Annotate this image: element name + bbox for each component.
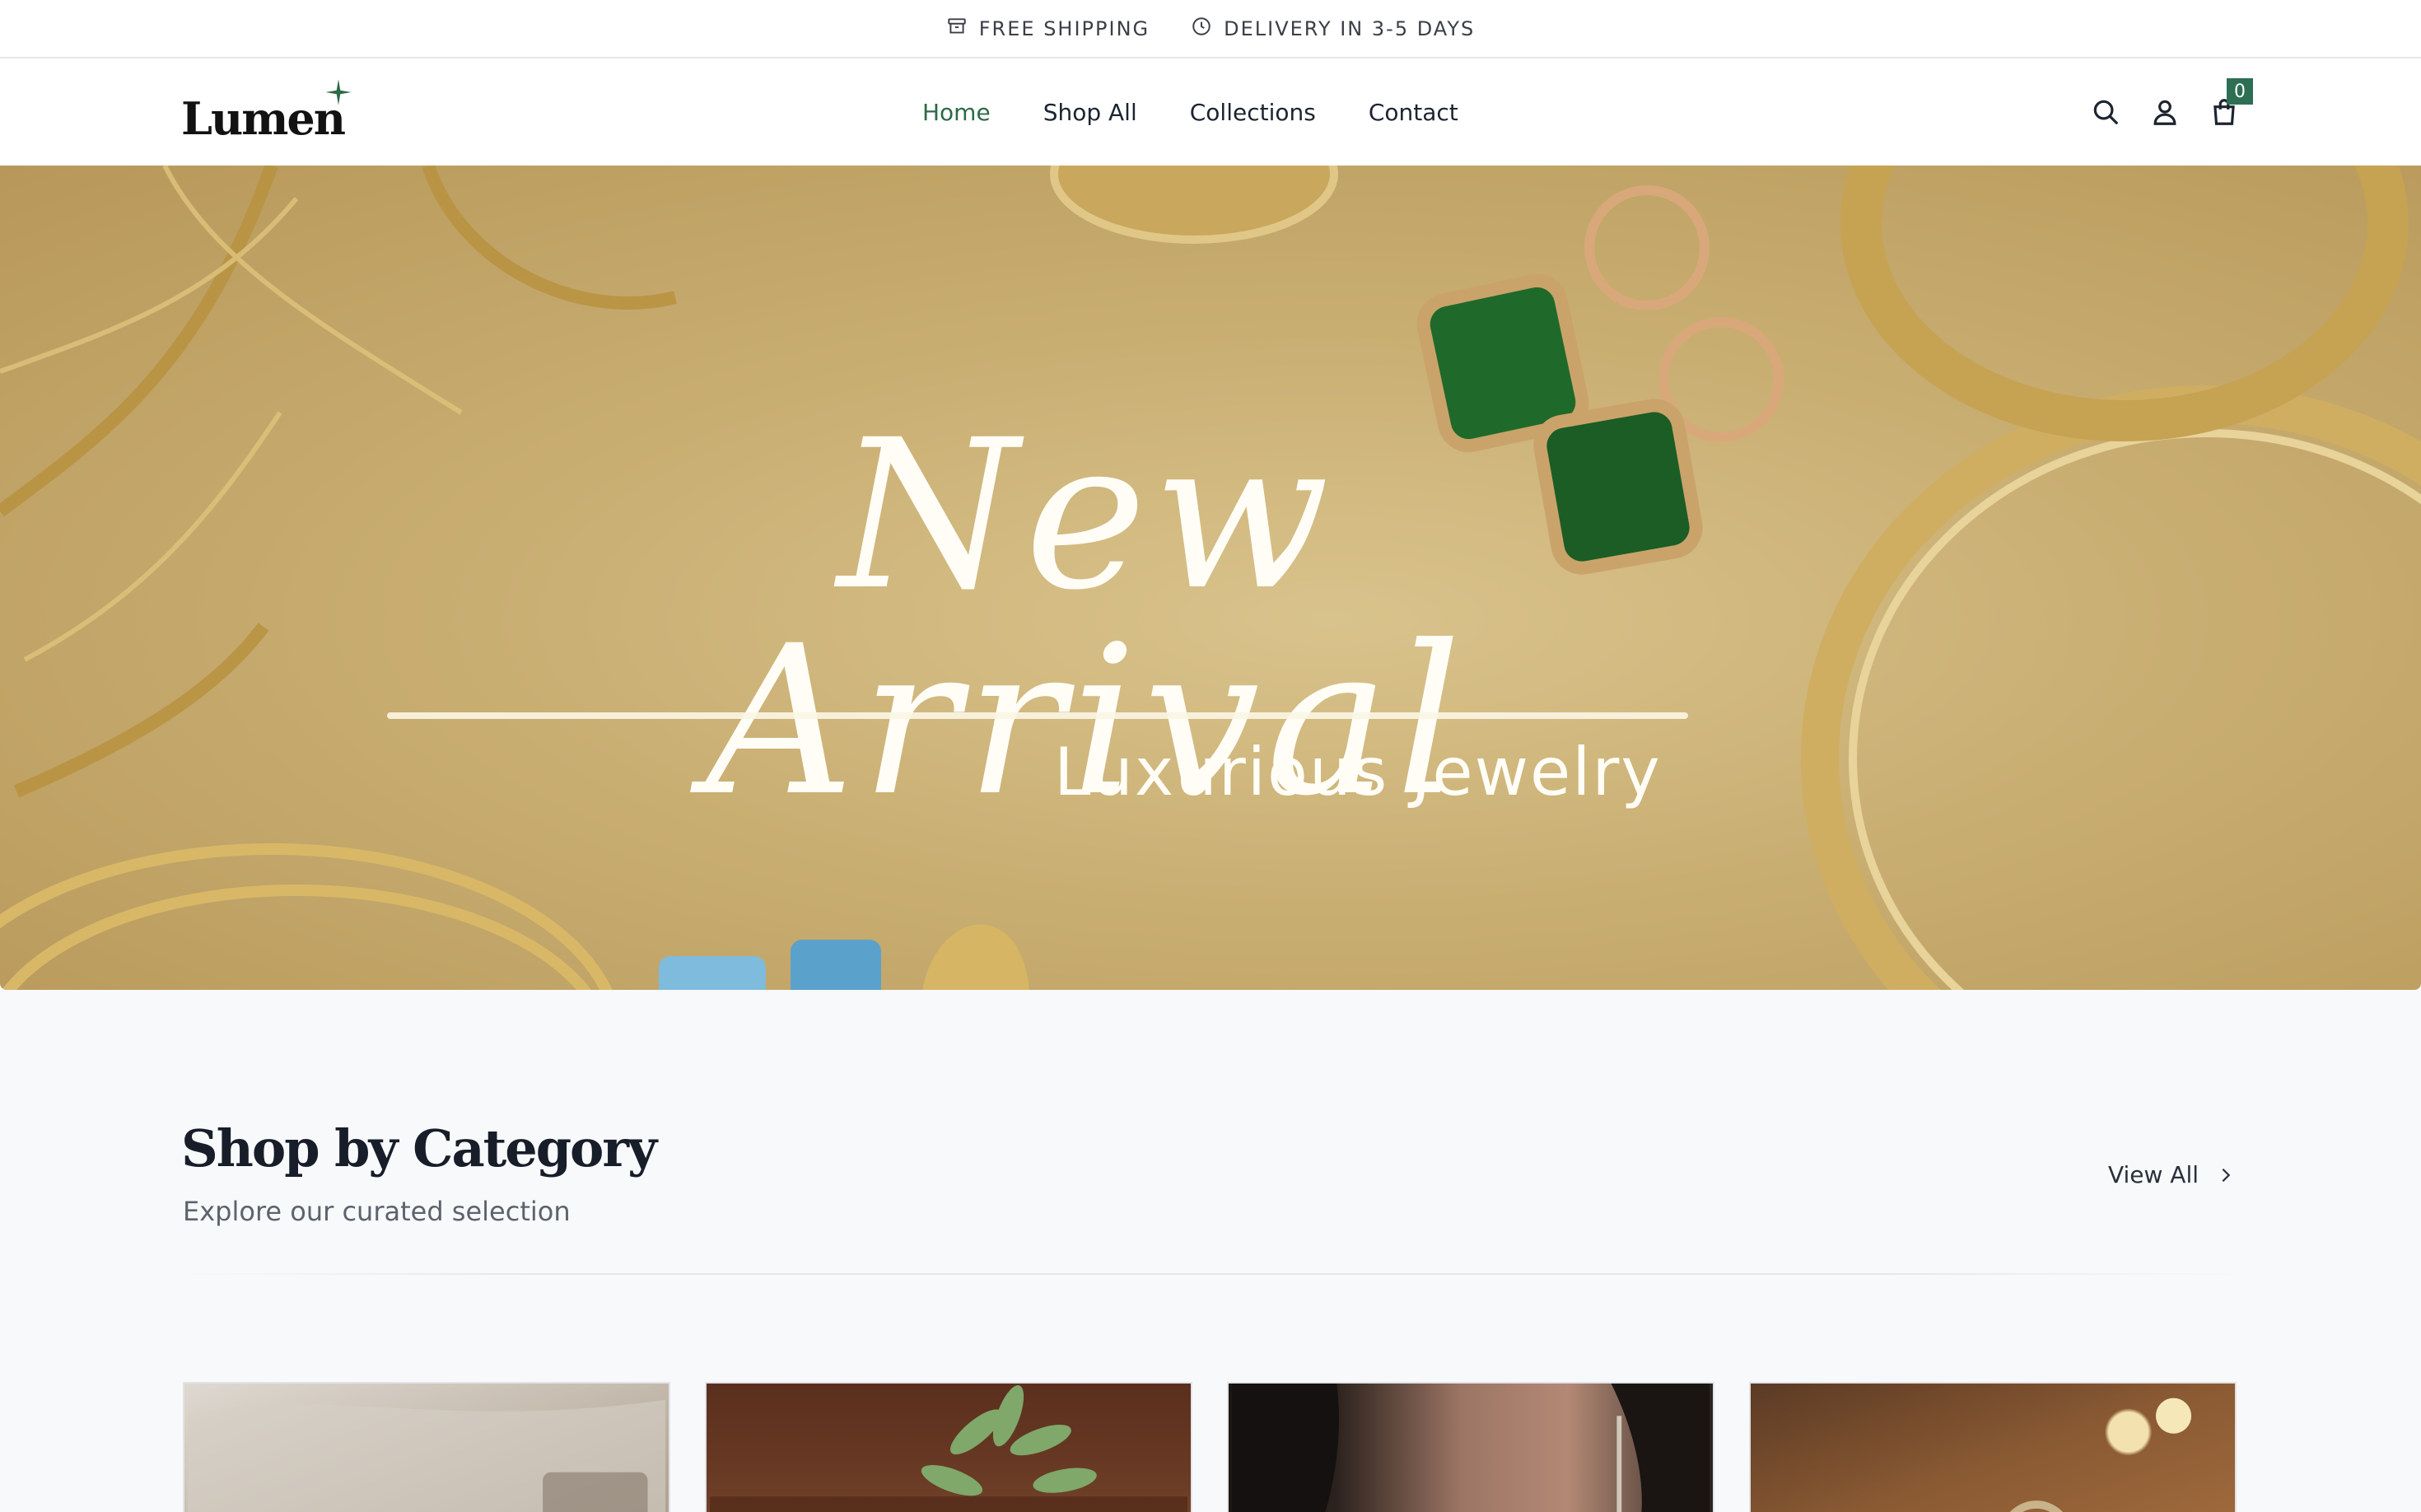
announcement-label: FREE SHIPPING [978, 16, 1150, 40]
site-header: Lumen Home Shop All Collections Contact … [0, 58, 2421, 166]
cart-count-badge: 0 [2227, 78, 2253, 105]
search-button[interactable] [2090, 96, 2121, 128]
chevron-right-icon [2222, 1168, 2231, 1182]
section-subtitle: Explore our curated selection [183, 1196, 571, 1227]
category-card[interactable] [1749, 1382, 2237, 1512]
hero-underline [387, 712, 1688, 719]
nav-item-home[interactable]: Home [922, 99, 991, 126]
view-all-link[interactable]: View All [2108, 1161, 2235, 1188]
box-icon [946, 16, 968, 42]
view-all-label: View All [2107, 1161, 2199, 1188]
category-image [187, 1399, 666, 1512]
main-nav: Home Shop All Collections Contact [922, 58, 1458, 166]
hero-subtitle: Luxurious Jewelry [1054, 734, 1662, 810]
announcement-label: DELIVERY IN 3-5 DAYS [1224, 16, 1476, 40]
search-icon [2093, 100, 2119, 125]
user-icon [2153, 100, 2176, 125]
cart-button[interactable]: 0 [2209, 78, 2253, 128]
category-card[interactable] [183, 1382, 670, 1512]
category-grid [183, 1382, 2237, 1512]
category-image [2009, 1398, 2192, 1512]
clock-icon [1191, 16, 1212, 42]
logo-text: Lumen [181, 92, 346, 145]
category-image [1231, 1384, 1710, 1512]
sparkle-icon [325, 79, 352, 105]
hero-banner[interactable]: New Arrival Luxurious Jewelry [0, 166, 2421, 990]
nav-item-contact[interactable]: Contact [1369, 99, 1458, 126]
announcement-delivery: DELIVERY IN 3-5 DAYS [1191, 16, 1475, 42]
announcement-bar: FREE SHIPPING DELIVERY IN 3-5 DAYS [0, 0, 2421, 58]
account-button[interactable] [2149, 96, 2181, 128]
category-card[interactable] [1227, 1382, 1714, 1512]
announcement-free-shipping: FREE SHIPPING [946, 16, 1150, 42]
header-actions: 0 [2090, 58, 2253, 166]
nav-item-collections[interactable]: Collections [1190, 99, 1316, 126]
category-card[interactable] [705, 1382, 1192, 1512]
category-image [709, 1385, 1188, 1512]
section-divider [181, 1273, 2240, 1275]
section-title: Shop by Category [181, 1118, 657, 1178]
nav-item-shop-all[interactable]: Shop All [1043, 99, 1137, 126]
logo[interactable]: Lumen [181, 79, 352, 145]
